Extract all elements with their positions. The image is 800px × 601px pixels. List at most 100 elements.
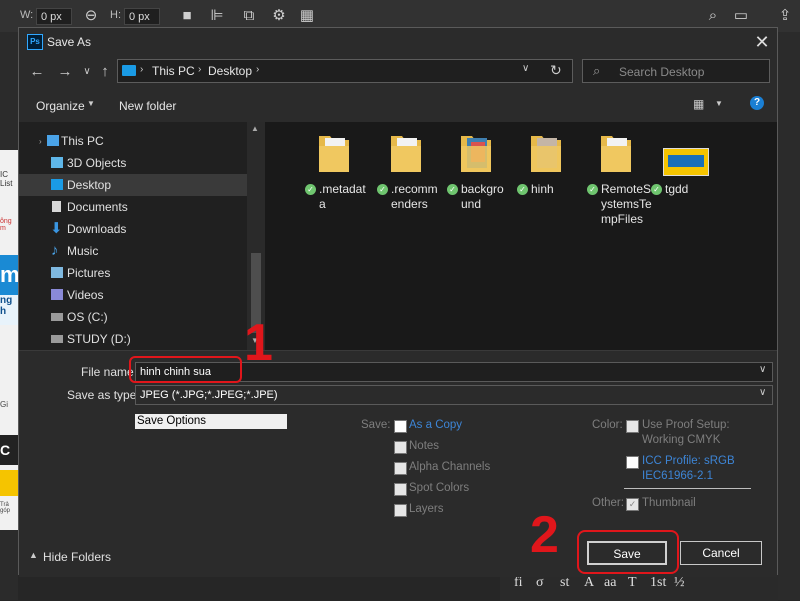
file-name-line: .recomm [391, 182, 438, 196]
search-input[interactable]: ⌕ Search Desktop [582, 59, 770, 83]
as-a-copy-checkbox[interactable] [394, 420, 407, 433]
fractions-tool[interactable]: ½ [674, 575, 685, 591]
layers-label: Layers [409, 503, 444, 515]
sidebar-item-label: Pictures [67, 266, 111, 280]
sync-status-icon: ✓ [651, 184, 662, 195]
sidebar-item-this-pc[interactable]: › This PC [19, 130, 247, 152]
file-name: tgdd [665, 182, 721, 197]
sidebar-item-downloads[interactable]: ⬇ Downloads [19, 218, 247, 240]
stylistic-tool[interactable]: st [560, 575, 569, 591]
organize-button[interactable]: Organize [36, 99, 85, 113]
doc-text: m [0, 255, 18, 295]
file-list[interactable]: ✓ .metadat a ✓ .recomm enders ✓ backgro und… [265, 122, 777, 350]
sidebar-item-videos[interactable]: Videos [19, 284, 247, 306]
up-arrow-icon[interactable]: ↑ [95, 62, 115, 82]
sync-status-icon: ✓ [447, 184, 458, 195]
file-name-line: und [461, 197, 482, 211]
file-name: .recomm enders [391, 182, 447, 212]
folder-icon [391, 136, 421, 172]
gear-icon[interactable]: ⚙ [270, 7, 288, 25]
forward-arrow-icon[interactable]: → [55, 62, 75, 82]
navigation-pane[interactable]: › This PC 3D Objects Desktop Documents ⬇… [19, 122, 265, 350]
hide-folders-button[interactable]: Hide Folders [43, 550, 111, 564]
alpha-channels-checkbox [394, 462, 407, 475]
help-icon[interactable]: ? [750, 96, 764, 110]
save-type-select[interactable]: JPEG (*.JPG;*.JPEG;*.JPE) [135, 385, 773, 405]
chevron-down-icon[interactable]: ∨ [759, 387, 766, 398]
swash-tool[interactable]: A [584, 575, 594, 591]
chevron-down-icon[interactable]: ∨ [759, 364, 766, 375]
dialog-title: Save As [47, 35, 92, 49]
photoshop-logo-icon: Ps [27, 34, 43, 50]
search-icon[interactable]: ⌕ [704, 7, 722, 25]
icc-profile-name: IEC61966-2.1 [642, 470, 713, 482]
as-a-copy-label[interactable]: As a Copy [409, 419, 462, 431]
sync-status-icon: ✓ [587, 184, 598, 195]
align-edges-icon[interactable]: ▦ [298, 7, 316, 25]
folder-location-icon [122, 65, 136, 76]
file-name-highlight [129, 356, 242, 383]
ornaments-tool[interactable]: T [628, 575, 637, 591]
path-operations-icon[interactable]: ■ [178, 7, 196, 25]
notes-checkbox [394, 441, 407, 454]
cancel-button[interactable]: Cancel [680, 541, 762, 565]
sidebar-item-desktop[interactable]: Desktop [19, 174, 247, 196]
notes-label: Notes [409, 440, 440, 452]
path-arrangement-icon[interactable]: ⧉ [240, 7, 258, 25]
cube-icon [51, 157, 63, 168]
sidebar-item-os-c[interactable]: OS (C:) [19, 306, 247, 328]
music-icon: ♪ [51, 242, 59, 259]
dialog-toolbar: Organize ▼ New folder ▦ ▼ ? [19, 90, 777, 120]
icc-profile-label[interactable]: ICC Profile: sRGB [642, 455, 735, 467]
save-options-header: Save Options [135, 414, 287, 429]
workspace-icon[interactable]: ▭ [732, 7, 750, 25]
link-icon[interactable]: ⊖ [82, 7, 100, 25]
width-field[interactable]: 0 px [36, 8, 72, 25]
search-icon: ⌕ [593, 63, 601, 78]
recent-locations-icon[interactable]: ∨ [77, 62, 97, 82]
photoshop-right-panel [778, 32, 800, 600]
sidebar-item-3d-objects[interactable]: 3D Objects [19, 152, 247, 174]
new-folder-button[interactable]: New folder [119, 99, 176, 113]
chevron-down-icon[interactable]: ▼ [715, 99, 723, 108]
sidebar-item-music[interactable]: ♪ Music [19, 240, 247, 262]
chevron-up-icon[interactable]: ▲ [29, 550, 38, 560]
sync-status-icon: ✓ [377, 184, 388, 195]
file-name-line: RemoteS [601, 182, 652, 196]
chevron-right-icon[interactable]: › [256, 64, 259, 75]
breadcrumb-this-pc[interactable]: This PC [152, 64, 195, 78]
scroll-up-icon[interactable]: ▲ [251, 124, 259, 133]
sidebar-item-label: STUDY (D:) [67, 332, 131, 346]
file-name-label: File name [81, 365, 134, 379]
use-proof-setup-label: Use Proof Setup: [642, 419, 730, 431]
address-bar[interactable]: › This PC › Desktop › ∨ ↻ [117, 59, 573, 83]
back-arrow-icon[interactable]: ← [27, 62, 47, 82]
folder-icon [531, 136, 561, 172]
share-icon[interactable]: ⇪ [776, 7, 794, 25]
path-alignment-icon[interactable]: ⊫ [208, 7, 226, 25]
file-name-line: backgro [461, 182, 504, 196]
search-placeholder: Search Desktop [619, 65, 705, 79]
use-proof-setup-checkbox [626, 420, 639, 433]
icc-profile-checkbox[interactable] [626, 456, 639, 469]
ligature-tool[interactable]: fi [514, 575, 523, 591]
chevron-down-icon[interactable]: ∨ [522, 63, 529, 74]
sync-status-icon: ✓ [305, 184, 316, 195]
titling-tool[interactable]: aa [604, 575, 616, 591]
sidebar-item-pictures[interactable]: Pictures [19, 262, 247, 284]
height-field[interactable]: 0 px [124, 8, 160, 25]
sidebar-item-study-d[interactable]: STUDY (D:) [19, 328, 247, 350]
ordinals-tool[interactable]: 1st [650, 575, 666, 591]
document-icon [52, 201, 61, 212]
chevron-right-icon[interactable]: › [39, 131, 42, 153]
divider [624, 488, 751, 489]
close-icon[interactable]: ✕ [751, 31, 773, 53]
sidebar-item-label: Music [67, 244, 99, 258]
refresh-icon[interactable]: ↻ [550, 62, 562, 79]
breadcrumb-desktop[interactable]: Desktop [208, 64, 252, 78]
file-name: hinh [531, 182, 587, 197]
alt-glyph-tool[interactable]: σ [536, 575, 544, 591]
working-cmyk-label: Working CMYK [642, 434, 721, 446]
view-options-icon[interactable]: ▦ [693, 97, 704, 111]
sidebar-item-documents[interactable]: Documents [19, 196, 247, 218]
